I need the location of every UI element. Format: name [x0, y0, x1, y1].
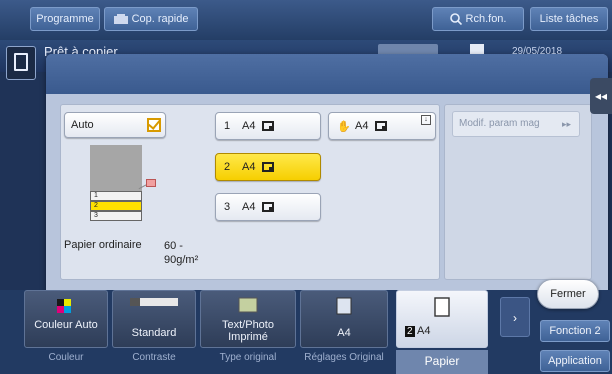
tray-size: A4	[242, 161, 256, 173]
type-original-caption: Type original	[219, 352, 277, 363]
contrast-bar-icon	[130, 298, 178, 306]
reglages-original-caption: Réglages Original	[304, 352, 384, 363]
auto-checkbox-icon[interactable]	[147, 118, 161, 132]
paper-stack-graphic	[90, 145, 142, 191]
auto-paper-button[interactable]: Auto	[64, 112, 166, 138]
text-photo-icon	[238, 297, 258, 313]
double-chevron-right-icon: ▸▸	[561, 119, 571, 129]
papier-function[interactable]: 2 A4	[396, 290, 488, 348]
programme-button[interactable]: Programme	[30, 7, 100, 31]
tray-number: 3	[224, 201, 231, 213]
paper-orientation-icon	[262, 121, 274, 131]
illus-tray-row: 1	[90, 191, 142, 201]
paper-orientation-icon	[262, 202, 274, 212]
tray-1-button[interactable]: 1 A4	[215, 112, 321, 140]
illus-tray-row: 3	[90, 211, 142, 221]
papier-caption: Papier	[396, 350, 488, 374]
bypass-tray-button[interactable]: ✋ A4 ↓	[328, 112, 436, 140]
tray-illustration: 1 2 3	[90, 145, 156, 225]
tray-badge: 2	[405, 326, 415, 337]
paper-weight-label: 60 - 90g/m²	[164, 240, 199, 266]
tray-number: 1	[224, 120, 231, 132]
dialog-header	[46, 54, 608, 94]
application-button[interactable]: Application	[540, 350, 610, 372]
document-icon[interactable]	[6, 46, 36, 80]
download-icon: ↓	[421, 115, 431, 125]
papier-size: A4	[417, 325, 431, 337]
search-button[interactable]: Rch.fon.	[432, 7, 524, 31]
search-label: Rch.fon.	[465, 13, 507, 25]
auto-label: Auto	[71, 119, 94, 131]
type-original-function[interactable]: Text/Photo Imprimé	[200, 290, 296, 348]
couleur-function[interactable]: Couleur Auto	[24, 290, 108, 348]
application-label: Application	[548, 355, 602, 367]
paper-orientation-icon	[375, 121, 387, 131]
tray-3-button[interactable]: 3 A4	[215, 193, 321, 221]
search-icon	[449, 13, 462, 26]
illus-tray-row-selected: 2	[90, 201, 142, 211]
couleur-caption: Couleur	[48, 352, 84, 363]
modif-param-mag-button[interactable]: Modif. param mag ▸▸	[452, 111, 580, 137]
couleur-value: Couleur Auto	[34, 319, 98, 331]
tray-size: A4	[242, 120, 256, 132]
papier-value: 2 A4	[397, 325, 487, 337]
contraste-function[interactable]: Standard	[112, 290, 196, 348]
fermer-button[interactable]: Fermer	[537, 279, 599, 309]
contraste-value: Standard	[131, 327, 177, 339]
paper-icon	[434, 297, 450, 317]
color-swatch-icon	[57, 299, 71, 313]
paper-orientation-icon	[262, 162, 274, 172]
fonction2-label: Fonction 2	[549, 325, 601, 337]
tray-number: 2	[224, 161, 231, 173]
tray-size: A4	[242, 201, 256, 213]
top-bar: Programme Cop. rapide Rch.fon. Liste tâc…	[0, 0, 612, 40]
fonction2-button[interactable]: Fonction 2	[540, 320, 610, 342]
cop-rapide-button[interactable]: Cop. rapide	[104, 7, 198, 31]
reglages-original-value: A4	[337, 327, 351, 339]
cop-rapide-label: Cop. rapide	[131, 13, 189, 25]
reglages-original-function[interactable]: A4	[300, 290, 388, 348]
next-functions-arrow[interactable]: ›	[500, 297, 530, 337]
original-document-icon	[336, 297, 352, 315]
type-original-value: Text/Photo Imprimé	[222, 319, 274, 343]
liste-taches-label: Liste tâches	[539, 13, 599, 25]
fermer-label: Fermer	[550, 288, 586, 300]
tray-size: A4	[355, 120, 369, 132]
paper-type-label: Papier ordinaire	[64, 239, 142, 251]
copy-icon	[113, 14, 128, 25]
collapse-arrow-button[interactable]: ◂◂	[590, 78, 612, 114]
modif-param-mag-label: Modif. param mag	[459, 118, 540, 129]
tray-2-button[interactable]: 2 A4	[215, 153, 321, 181]
programme-label: Programme	[36, 13, 94, 25]
contraste-caption: Contraste	[132, 352, 176, 363]
liste-taches-button[interactable]: Liste tâches	[530, 7, 608, 31]
hand-icon: ✋	[337, 121, 351, 133]
bypass-tray-graphic	[146, 179, 156, 187]
